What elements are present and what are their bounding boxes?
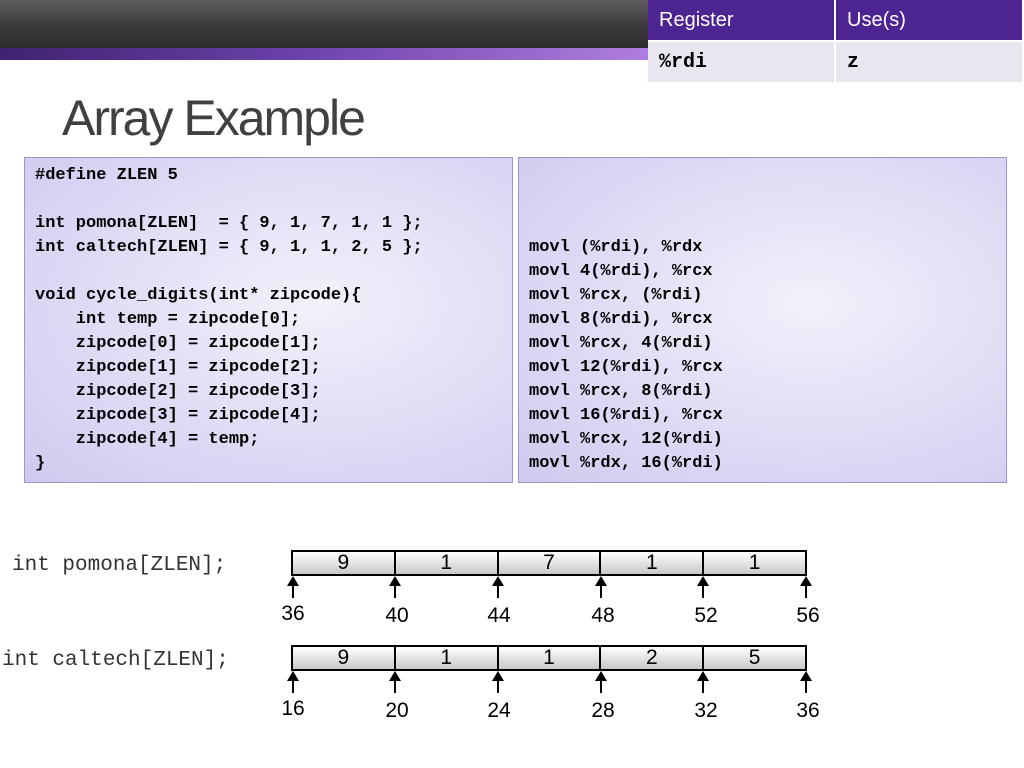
address-label: 32 (694, 699, 718, 722)
register-table-header-row: Register Use(s) (648, 0, 1024, 42)
address-arrow (800, 671, 812, 693)
array-cell: 1 (704, 551, 805, 574)
register-name-cell: %rdi (648, 42, 836, 84)
register-header-cell: Register (648, 0, 836, 42)
register-table-row: %rdi z (648, 42, 1024, 84)
address-arrow (595, 576, 607, 598)
address-label: 40 (385, 604, 409, 627)
pomona-array-label: int pomona[ZLEN]; (12, 554, 227, 577)
address-arrow (389, 576, 401, 598)
address-arrow (287, 576, 299, 598)
address-arrow (697, 576, 709, 598)
address-label: 36 (281, 602, 305, 625)
address-arrow (389, 671, 401, 693)
asm-code-box: movl (%rdi), %rdx movl 4(%rdi), %rcx mov… (518, 157, 1007, 483)
array-cell: 7 (498, 551, 602, 574)
address-label: 20 (385, 699, 409, 722)
register-table: Register Use(s) %rdi z (648, 0, 1024, 84)
address-label: 28 (591, 699, 615, 722)
address-label: 24 (487, 699, 511, 722)
c-code-box: #define ZLEN 5 int pomona[ZLEN] = { 9, 1… (24, 157, 513, 483)
caltech-array-label: int caltech[ZLEN]; (2, 649, 229, 672)
address-arrow (800, 576, 812, 598)
address-label: 36 (796, 699, 820, 722)
address-label: 56 (796, 604, 820, 627)
address-label: 16 (281, 697, 305, 720)
header-accent-bar (0, 48, 648, 60)
header-dark-bar (0, 0, 648, 48)
address-arrow (697, 671, 709, 693)
array-cell: 5 (704, 646, 805, 669)
address-arrow (492, 576, 504, 598)
array-cell: 1 (498, 646, 602, 669)
uses-header-cell: Use(s) (836, 0, 1024, 42)
address-label: 52 (694, 604, 718, 627)
array-cell: 1 (395, 646, 499, 669)
asm-code-listing: movl (%rdi), %rdx movl 4(%rdi), %rcx mov… (529, 238, 723, 473)
address-arrow (595, 671, 607, 693)
array-cell: 1 (601, 551, 705, 574)
address-arrow (492, 671, 504, 693)
address-arrow (287, 671, 299, 693)
slide-title: Array Example (62, 90, 366, 146)
pomona-array: 9 1 7 1 1 (291, 550, 807, 576)
address-label: 48 (591, 604, 615, 627)
address-label: 44 (487, 604, 511, 627)
array-cell: 2 (601, 646, 705, 669)
array-cell: 1 (395, 551, 499, 574)
caltech-array: 9 1 1 2 5 (291, 645, 807, 671)
array-cell: 9 (293, 646, 396, 669)
register-use-cell: z (836, 42, 1024, 84)
array-cell: 9 (293, 551, 396, 574)
c-code-listing: #define ZLEN 5 int pomona[ZLEN] = { 9, 1… (35, 166, 423, 473)
